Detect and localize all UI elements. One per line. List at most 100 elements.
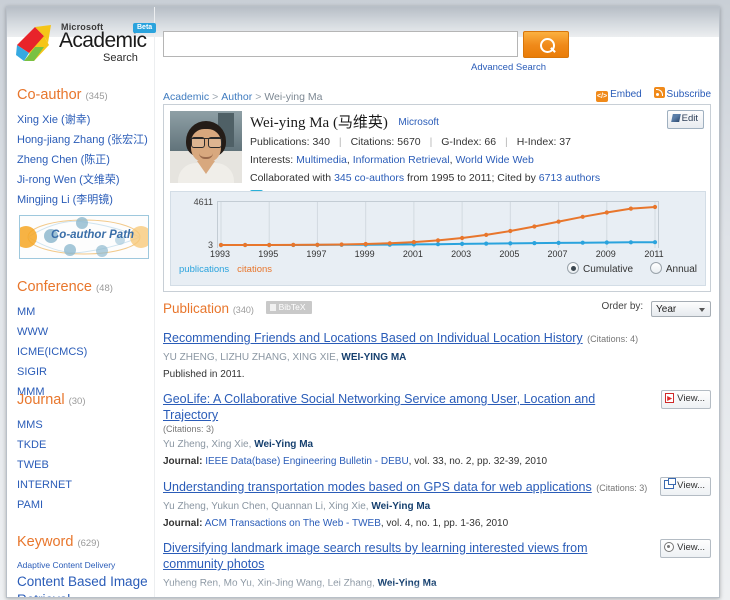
- sidebar-section-coauthor: Co-author (345) Xing Xie (谢幸) Hong-jiang…: [17, 87, 157, 210]
- author-name-0[interactable]: Yu Zheng,: [163, 439, 209, 450]
- search-bar: [163, 31, 569, 59]
- publication-citations: (Citations: 3): [163, 424, 215, 434]
- stat-hindex-value: 37: [559, 136, 571, 148]
- order-by-select[interactable]: Year: [651, 301, 711, 317]
- chart-xtick-2003: 2003: [451, 249, 472, 259]
- author-name-1[interactable]: Mo Yu,: [224, 578, 255, 589]
- view-button[interactable]: View...: [660, 477, 711, 496]
- publication-citations: (Citations: 3): [596, 483, 648, 493]
- sidebar-item-coauthor-0[interactable]: Xing Xie (谢幸): [17, 110, 157, 130]
- publication-venue[interactable]: ACM Transactions on The Web - TWEB: [205, 518, 381, 529]
- sidebar-heading-label: Co-author: [17, 87, 82, 103]
- sidebar-item-coauthor-1[interactable]: Hong-jiang Zhang (张宏江): [17, 130, 157, 150]
- collab-middle: from 1995 to 2011; Cited by: [407, 172, 536, 184]
- site-logo[interactable]: Microsoft Academic Search Beta: [15, 19, 157, 67]
- author-name-0[interactable]: Yu Zheng,: [163, 501, 209, 512]
- author-name-2[interactable]: XING XIE,: [292, 352, 338, 363]
- sidebar-item-coauthor-2[interactable]: Zheng Chen (陈正): [17, 150, 157, 170]
- sidebar-item-conference-3[interactable]: SIGIR: [17, 362, 157, 382]
- sidebar-heading-keyword: Keyword (629): [17, 534, 157, 550]
- subscribe-link[interactable]: Subscribe: [653, 87, 711, 100]
- publication-title-link[interactable]: Recommending Friends and Locations Based…: [163, 331, 583, 345]
- sidebar-item-journal-1[interactable]: TKDE: [17, 435, 157, 455]
- author-name-highlight[interactable]: Wei-Ying Ma: [378, 578, 437, 589]
- breadcrumb-item-0[interactable]: Academic: [163, 91, 209, 103]
- radio-cumulative-label: Cumulative: [583, 264, 634, 275]
- author-name-highlight[interactable]: WEI-YING MA: [341, 352, 406, 363]
- keyword-tag-cloud: Adaptive Content Delivery Content Based …: [17, 555, 162, 597]
- publication-item: View... Diversifying landmark image sear…: [163, 539, 711, 597]
- collab-cited-link[interactable]: 6713 authors: [539, 172, 600, 184]
- author-name-3[interactable]: Xing Xie,: [329, 501, 369, 512]
- author-name-0[interactable]: YU ZHENG,: [163, 352, 217, 363]
- advanced-search-link[interactable]: Advanced Search: [471, 62, 546, 73]
- sidebar-item-coauthor-4[interactable]: Mingjing Li (李明镜): [17, 190, 157, 210]
- stat-hindex-label: H-Index:: [516, 136, 557, 148]
- breadcrumb-item-1[interactable]: Author: [221, 91, 252, 103]
- embed-code-icon: </>: [596, 91, 609, 102]
- embed-link[interactable]: </> Embed: [596, 89, 642, 102]
- sidebar-heading-conference: Conference (48): [17, 279, 157, 295]
- search-button[interactable]: [523, 31, 569, 58]
- sidebar-item-journal-3[interactable]: INTERNET: [17, 475, 157, 495]
- interest-link-0[interactable]: Multimedia: [296, 154, 347, 166]
- bibtex-button[interactable]: BibTeX: [265, 301, 312, 314]
- sidebar-item-conference-1[interactable]: WWW: [17, 322, 157, 342]
- author-name-2[interactable]: Quannan Li,: [271, 501, 326, 512]
- view-button[interactable]: View...: [660, 539, 711, 558]
- author-name-1[interactable]: LIZHU ZHANG,: [220, 352, 289, 363]
- breadcrumb-item-2: Wei-ying Ma: [264, 91, 323, 103]
- chart-series-svg: [218, 202, 658, 248]
- sidebar-item-journal-2[interactable]: TWEB: [17, 455, 157, 475]
- breadcrumb-actions: </> Embed Subscribe: [587, 87, 711, 102]
- sidebar-item-conference-2[interactable]: ICME(ICMCS): [17, 342, 157, 362]
- sidebar-item-coauthor-3[interactable]: Ji-rong Wen (文维荣): [17, 170, 157, 190]
- legend-citations[interactable]: citations: [237, 264, 272, 275]
- sidebar-item-conference-0[interactable]: MM: [17, 302, 157, 322]
- collab-coauthors-link[interactable]: 345 co-authors: [334, 172, 404, 184]
- sidebar-heading-label: Journal: [17, 392, 65, 408]
- publication-meta: Journal: ACM Transactions on The Web - T…: [163, 516, 711, 531]
- circle-icon: [664, 542, 675, 552]
- legend-publications[interactable]: publications: [179, 264, 229, 275]
- sidebar-item-journal-0[interactable]: MMS: [17, 415, 157, 435]
- author-name-highlight[interactable]: Wei-Ying Ma: [371, 501, 430, 512]
- publication-title-link[interactable]: GeoLife: A Collaborative Social Networki…: [163, 391, 633, 423]
- search-input[interactable]: [163, 31, 518, 57]
- sidebar-heading-count: (345): [85, 91, 108, 102]
- publication-venue[interactable]: IEEE Data(base) Engineering Bulletin - D…: [205, 456, 408, 467]
- author-name-1[interactable]: Yukun Chen,: [211, 501, 268, 512]
- publication-meta: Conference: World Wide Web Conference Se…: [163, 593, 711, 597]
- main-column: Advanced Search Academic > Author > Wei-ying…: [155, 7, 719, 597]
- keyword-tag-0[interactable]: Adaptive Content Delivery: [17, 560, 115, 570]
- publication-meta-tail: , vol. 33, no. 2, pp. 32-39, 2010: [408, 456, 548, 467]
- sidebar-item-journal-4[interactable]: PAMI: [17, 495, 157, 515]
- bibtex-icon: [269, 304, 276, 311]
- keyword-tag-2[interactable]: Image Annotation: [80, 596, 150, 597]
- stat-publications-value: 340: [312, 136, 330, 148]
- publication-list: Publication (340) BibTeX Order by: Year …: [163, 300, 711, 597]
- sidebar-heading-coauthor: Co-author (345): [17, 87, 157, 103]
- author-name-0[interactable]: Yuheng Ren,: [163, 578, 221, 589]
- publication-title-link[interactable]: Understanding transportation modes based…: [163, 480, 592, 494]
- stat-separator: |: [338, 136, 342, 148]
- radio-cumulative[interactable]: Cumulative: [567, 262, 634, 275]
- author-name-2[interactable]: Xin-Jing Wang,: [257, 578, 324, 589]
- keyword-tag-1[interactable]: Content Based Image Retrieval: [17, 574, 148, 597]
- radio-annual[interactable]: Annual: [649, 262, 697, 275]
- publication-section-title: Publication (340): [163, 301, 258, 316]
- publication-title-link[interactable]: Diversifying landmark image search resul…: [163, 540, 625, 572]
- view-button[interactable]: View...: [661, 390, 711, 409]
- author-name-1[interactable]: Xing Xie,: [211, 439, 251, 450]
- author-name-highlight[interactable]: Wei-Ying Ma: [254, 439, 313, 450]
- interest-link-1[interactable]: Information Retrieval: [353, 154, 450, 166]
- publication-venue[interactable]: World Wide Web Conference Series - WWW: [224, 595, 421, 597]
- publication-meta-tail: , vol. 4, no. 1, pp. 1-36, 2010: [380, 518, 509, 529]
- coauthor-path-widget[interactable]: Co-author Path: [19, 215, 149, 259]
- author-affiliation[interactable]: Microsoft: [398, 117, 439, 128]
- publication-meta-tail: , pp. 1289-1292, 2010: [421, 595, 519, 597]
- breadcrumb-separator: >: [255, 91, 262, 103]
- author-name-3[interactable]: Lei Zhang,: [328, 578, 375, 589]
- interest-link-2[interactable]: World Wide Web: [455, 154, 533, 166]
- sidebar-section-conference: Conference (48) MM WWW ICME(ICMCS) SIGIR…: [17, 279, 157, 402]
